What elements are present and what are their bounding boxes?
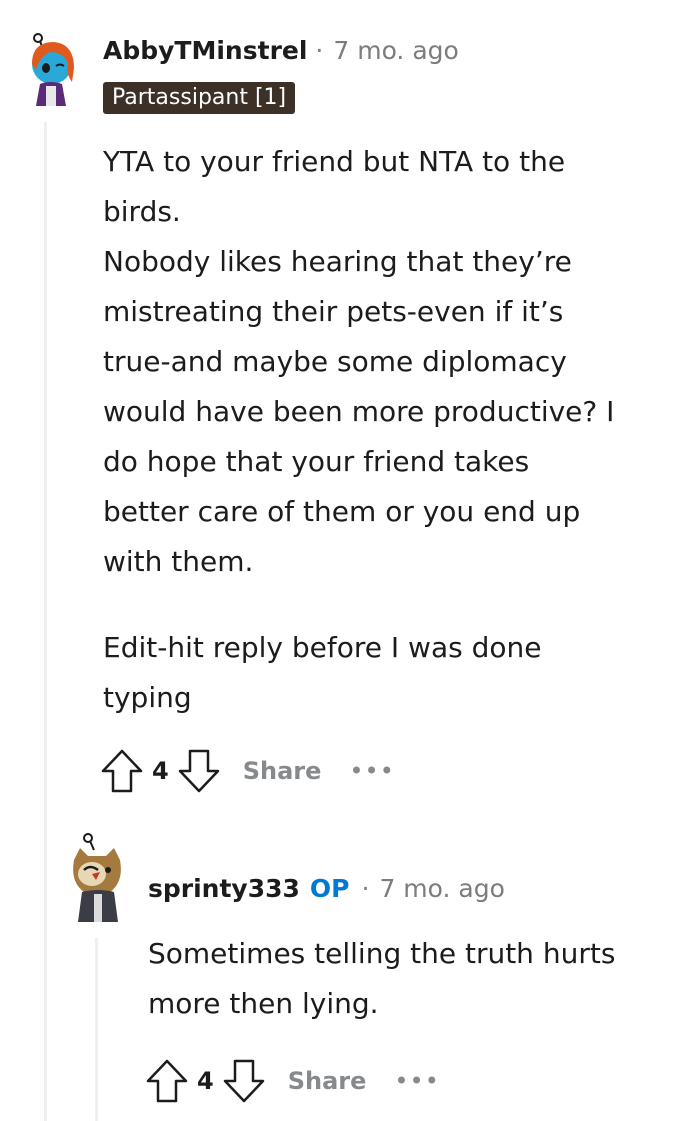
comment-line: true-and maybe some diplomacy [103, 345, 567, 378]
downvote-arrow-icon [178, 749, 219, 793]
upvote-button[interactable] [100, 748, 144, 794]
downvote-arrow-icon [223, 1059, 264, 1103]
meta-separator: · [361, 873, 370, 903]
op-badge: OP [309, 873, 350, 903]
reply-user-avatar[interactable] [62, 830, 132, 922]
comment-body: YTA to your friend but NTA to the birds.… [103, 137, 614, 723]
comment-header: AbbyTMinstrel · 7 mo. ago [103, 32, 459, 68]
comment-line: would have been more productive? I [103, 395, 615, 428]
meta-separator: · [315, 35, 324, 65]
user-flair: Partassipant [1] [103, 82, 296, 114]
comment-line: Nobody likes hearing that they’re [103, 245, 572, 278]
comment-actions: 4 Share ••• [100, 748, 395, 794]
reply-paragraph: Sometimes telling the truth hurts more t… [148, 929, 615, 1029]
downvote-button[interactable] [177, 748, 221, 794]
comment-username[interactable]: AbbyTMinstrel [103, 36, 307, 65]
comment-line: mistreating their pets-even if it’s [103, 295, 564, 328]
snoo-avatar-icon [73, 833, 121, 922]
vote-count: 4 [152, 757, 169, 785]
comment-paragraph-1: YTA to your friend but NTA to the birds.… [103, 137, 614, 587]
user-avatar[interactable] [10, 16, 86, 108]
reply-line: Sometimes telling the truth hurts [148, 937, 616, 970]
reply-username[interactable]: sprinty333 [148, 874, 300, 903]
thread-line[interactable] [44, 122, 47, 1121]
reply-timestamp[interactable]: 7 mo. ago [379, 874, 504, 903]
comment-line: with them. [103, 545, 254, 578]
comment-line: do hope that your friend takes [103, 445, 530, 478]
reply-body: Sometimes telling the truth hurts more t… [148, 929, 615, 1029]
comment-timestamp[interactable]: 7 mo. ago [333, 36, 458, 65]
upvote-arrow-icon [146, 1059, 188, 1103]
reply-upvote-button[interactable] [145, 1058, 189, 1104]
reply-line: more then lying. [148, 987, 379, 1020]
reply-vote-count: 4 [197, 1067, 214, 1095]
reply-actions: 4 Share ••• [145, 1058, 440, 1104]
snoo-avatar-icon [32, 33, 74, 106]
comment-line: typing [103, 681, 192, 714]
upvote-arrow-icon [101, 749, 143, 793]
comment-paragraph-2: Edit-hit reply before I was done typing [103, 623, 614, 723]
share-button[interactable]: Share [243, 757, 322, 785]
reply-share-button[interactable]: Share [288, 1067, 367, 1095]
comment-line: YTA to your friend but NTA to the [103, 145, 566, 178]
comment-line: birds. [103, 195, 181, 228]
reply-downvote-button[interactable] [222, 1058, 266, 1104]
reply-thread-line[interactable] [95, 938, 98, 1121]
comment-line: Edit-hit reply before I was done [103, 631, 542, 664]
more-options-button[interactable]: ••• [349, 757, 394, 785]
reply-more-options-button[interactable]: ••• [394, 1067, 439, 1095]
comment-line: better care of them or you end up [103, 495, 581, 528]
reply-header: sprinty333 OP · 7 mo. ago [148, 870, 505, 906]
